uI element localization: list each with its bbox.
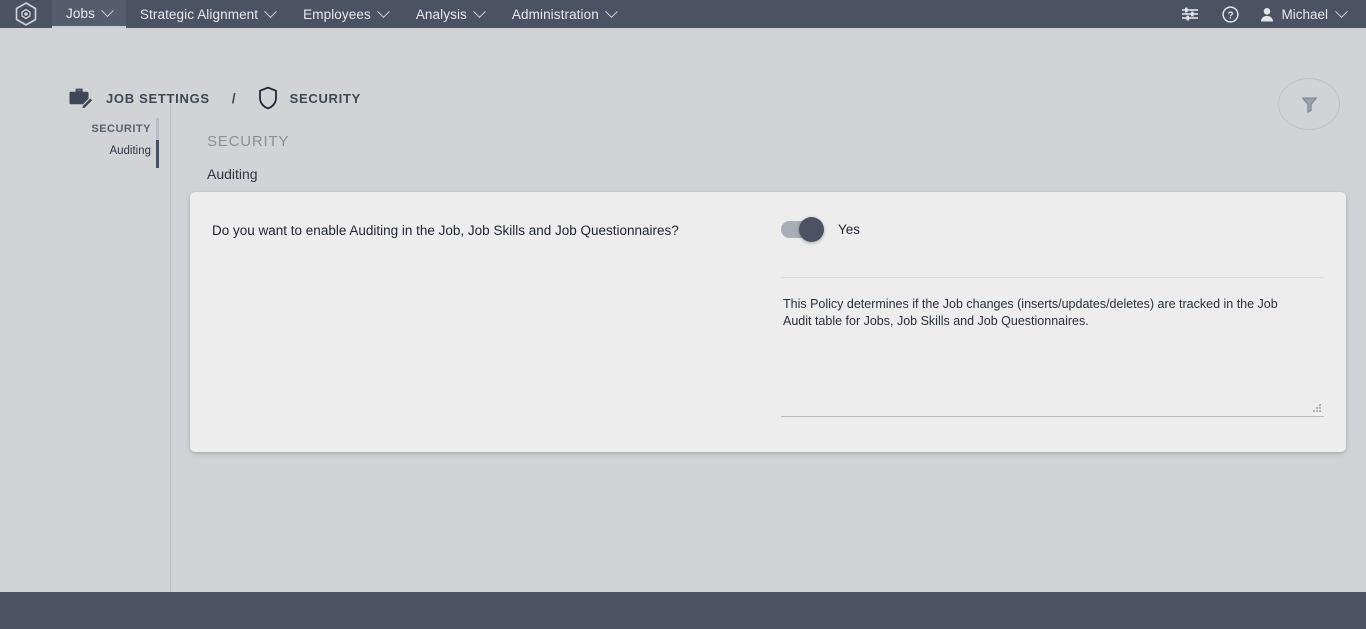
svg-text:?: ? bbox=[1227, 10, 1233, 21]
chevron-down-icon bbox=[376, 4, 390, 18]
auditing-question-label: Do you want to enable Auditing in the Jo… bbox=[212, 223, 679, 238]
chevron-down-icon bbox=[473, 4, 486, 18]
help-button[interactable]: ? bbox=[1210, 0, 1250, 28]
main-panel: SECURITY Auditing Do you want to enable … bbox=[171, 104, 1366, 592]
chevron-down-icon bbox=[604, 4, 618, 18]
chevron-down-icon bbox=[101, 3, 114, 17]
nav-item-strategic-alignment[interactable]: Strategic Alignment bbox=[126, 0, 289, 28]
nav-item-jobs-label: Jobs bbox=[66, 5, 95, 21]
content-area: SECURITY Auditing SECURITY Auditing Do y… bbox=[0, 104, 1366, 592]
nav-item-administration-label: Administration bbox=[511, 6, 599, 22]
auditing-toggle-row: Yes bbox=[781, 217, 861, 242]
nav-item-employees[interactable]: Employees bbox=[289, 0, 402, 28]
sidebar-rail-active-indicator bbox=[156, 140, 159, 168]
policy-description-field[interactable]: This Policy determines if the Job change… bbox=[781, 277, 1324, 417]
sidebar-heading: SECURITY bbox=[91, 123, 151, 135]
nav-right-actions: ? Michael bbox=[1170, 0, 1366, 28]
nav-item-analysis-label: Analysis bbox=[415, 6, 467, 22]
tab-bar: Auditing bbox=[207, 166, 258, 186]
sliders-icon bbox=[1182, 7, 1199, 21]
app-logo[interactable] bbox=[0, 0, 52, 28]
page-header: JOB SETTINGS / SECURITY bbox=[0, 28, 1366, 130]
primary-nav-items: Jobs Strategic Alignment Employees Analy… bbox=[52, 0, 630, 28]
auditing-settings-card: Do you want to enable Auditing in the Jo… bbox=[190, 192, 1346, 452]
chevron-down-icon bbox=[1335, 4, 1348, 18]
tab-auditing[interactable]: Auditing bbox=[207, 166, 258, 186]
hexagon-logo-icon bbox=[15, 2, 37, 26]
help-circle-icon: ? bbox=[1222, 5, 1239, 23]
section-title: SECURITY bbox=[207, 133, 290, 150]
resize-grip-icon[interactable] bbox=[1313, 404, 1322, 413]
sidebar-item-auditing[interactable]: Auditing bbox=[0, 140, 158, 162]
nav-item-jobs[interactable]: Jobs bbox=[52, 0, 126, 28]
nav-item-analysis[interactable]: Analysis bbox=[402, 0, 498, 28]
page-footer bbox=[0, 592, 1366, 629]
chevron-down-icon bbox=[264, 4, 278, 18]
toggle-knob bbox=[799, 217, 824, 242]
nav-item-administration[interactable]: Administration bbox=[498, 0, 630, 28]
user-menu[interactable]: Michael bbox=[1250, 4, 1352, 22]
user-name-label: Michael bbox=[1281, 6, 1328, 22]
user-icon bbox=[1261, 7, 1274, 21]
policy-description-text: This Policy determines if the Job change… bbox=[783, 297, 1281, 328]
settings-button[interactable] bbox=[1170, 0, 1210, 28]
nav-item-strategic-alignment-label: Strategic Alignment bbox=[139, 6, 259, 22]
secondary-sidebar: SECURITY Auditing bbox=[0, 104, 158, 162]
nav-item-employees-label: Employees bbox=[303, 6, 371, 22]
auditing-toggle[interactable] bbox=[781, 217, 824, 242]
policy-description-underline bbox=[781, 416, 1324, 417]
top-navigation-bar: Jobs Strategic Alignment Employees Analy… bbox=[0, 0, 1366, 28]
auditing-toggle-value-label: Yes bbox=[838, 222, 861, 237]
